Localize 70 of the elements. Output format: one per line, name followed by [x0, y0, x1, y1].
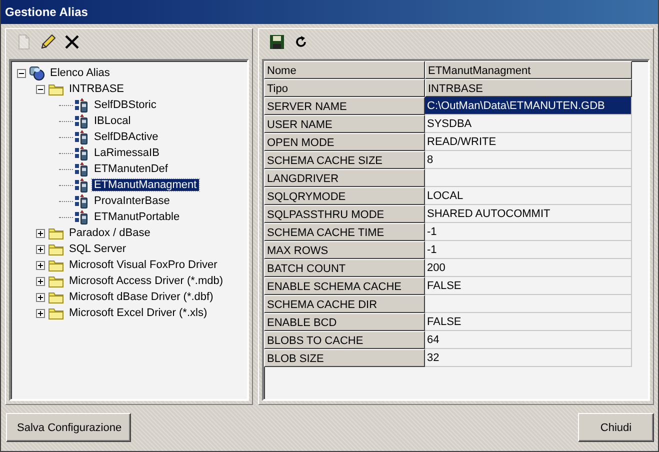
database-icon	[73, 145, 89, 161]
property-name: ENABLE SCHEMA CACHE	[264, 277, 425, 295]
expand-icon[interactable]	[36, 244, 45, 254]
tree-item[interactable]: Paradox / dBase	[67, 227, 152, 239]
property-value[interactable]: 32	[425, 349, 632, 367]
property-name: Nome	[264, 61, 425, 79]
delete-icon[interactable]	[63, 33, 81, 51]
database-icon	[73, 113, 89, 129]
property-name: LANGDRIVER	[264, 169, 425, 187]
database-icon	[73, 97, 89, 113]
collapse-icon[interactable]	[36, 84, 45, 94]
tree-item[interactable]: LaRimessaIB	[92, 147, 162, 159]
database-icon	[73, 193, 89, 209]
property-name: BLOBS TO CACHE	[264, 331, 425, 349]
property-value[interactable]: -1	[425, 223, 632, 241]
database-icon	[73, 161, 89, 177]
property-name: SERVER NAME	[264, 97, 425, 115]
property-name: SCHEMA CACHE SIZE	[264, 151, 425, 169]
tree-item[interactable]: INTRBASE	[67, 83, 126, 95]
window-title: Gestione Alias	[5, 5, 88, 19]
property-value[interactable]: INTRBASE	[425, 79, 632, 97]
tree-item[interactable]: SelfDBStoric	[92, 99, 158, 111]
property-value[interactable]: C:\OutMan\Data\ETMANUTEN.GDB	[425, 97, 632, 115]
expand-icon[interactable]	[36, 260, 45, 270]
property-name: Tipo	[264, 79, 425, 97]
database-icon	[73, 177, 89, 193]
property-value[interactable]: 8	[425, 151, 632, 169]
database-icon	[29, 65, 45, 81]
expand-icon[interactable]	[36, 308, 45, 318]
property-value[interactable]: LOCAL	[425, 187, 632, 205]
tree-item[interactable]: ETManutPortable	[92, 211, 182, 223]
property-name: SQLPASSTHRU MODE	[264, 205, 425, 223]
property-value[interactable]: -1	[425, 241, 632, 259]
tree-item[interactable]: Microsoft dBase Driver (*.dbf)	[67, 291, 216, 303]
property-name: OPEN MODE	[264, 133, 425, 151]
property-name: ENABLE BCD	[264, 313, 425, 331]
save-configuration-button[interactable]: Salva Configurazione	[6, 413, 131, 442]
expand-icon[interactable]	[36, 276, 45, 286]
property-name: SCHEMA CACHE DIR	[264, 295, 425, 313]
tree-item[interactable]: SQL Server	[67, 243, 128, 255]
property-value[interactable]: FALSE	[425, 277, 632, 295]
tree-item[interactable]: Elenco Alias	[48, 67, 112, 79]
close-button[interactable]: Chiudi	[578, 413, 654, 442]
property-value[interactable]: FALSE	[425, 313, 632, 331]
database-icon	[73, 209, 89, 225]
database-icon	[73, 129, 89, 145]
tree-item[interactable]: ETManutManagment	[92, 179, 199, 191]
tree-item[interactable]: IBLocal	[92, 115, 133, 127]
property-name: USER NAME	[264, 115, 425, 133]
pencil-icon[interactable]	[39, 33, 57, 51]
tree-item[interactable]: ETManutenDef	[92, 163, 170, 175]
property-name: SCHEMA CACHE TIME	[264, 223, 425, 241]
collapse-icon[interactable]	[17, 68, 26, 78]
property-value[interactable]: ETManutManagment	[425, 61, 632, 79]
property-value[interactable]: SHARED AUTOCOMMIT	[425, 205, 632, 223]
property-value[interactable]: 64	[425, 331, 632, 349]
property-value[interactable]: 200	[425, 259, 632, 277]
property-name: BATCH COUNT	[264, 259, 425, 277]
tree-item[interactable]: Microsoft Access Driver (*.mdb)	[67, 275, 226, 287]
property-name: MAX ROWS	[264, 241, 425, 259]
expand-icon[interactable]	[36, 292, 45, 302]
tree-item[interactable]: ProvaInterBase	[92, 195, 172, 207]
tree-item[interactable]: SelfDBActive	[92, 131, 160, 143]
property-name: BLOB SIZE	[264, 349, 425, 367]
tree-item[interactable]: Microsoft Visual FoxPro Driver	[67, 259, 220, 271]
property-value[interactable]: READ/WRITE	[425, 133, 632, 151]
property-name: SQLQRYMODE	[264, 187, 425, 205]
tree-item[interactable]: Microsoft Excel Driver (*.xls)	[67, 307, 210, 319]
property-value[interactable]: SYSDBA	[425, 115, 632, 133]
expand-icon[interactable]	[36, 228, 45, 238]
